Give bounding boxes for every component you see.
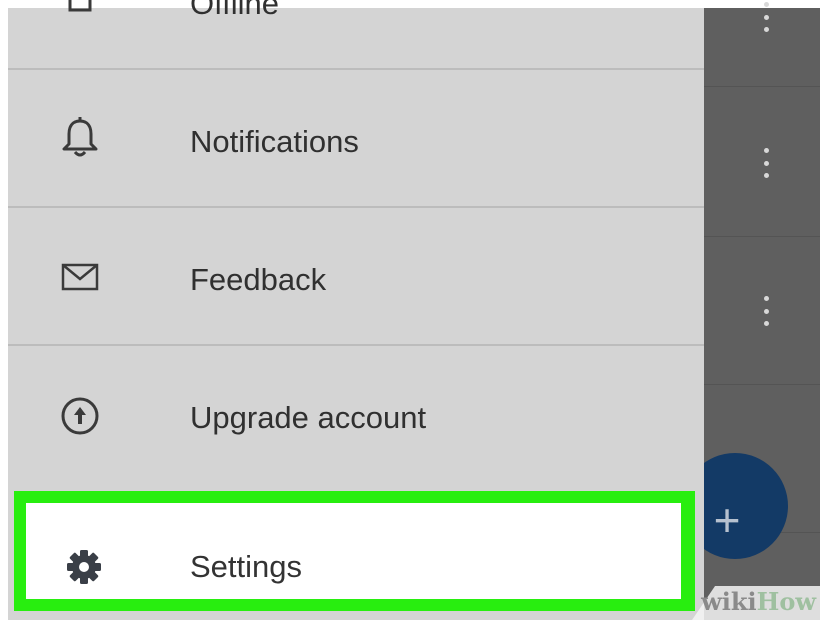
drawer-item-feedback[interactable]: Feedback [8,208,704,346]
drawer-item-label: Feedback [190,262,327,297]
drawer-item-upgrade-account[interactable]: Upgrade account [8,346,704,484]
bell-icon [62,117,98,157]
more-options-icon[interactable] [762,296,770,326]
upgrade-arrow-icon [61,397,99,435]
drawer-item-label: Notifications [190,124,359,159]
drawer-item-label: Upgrade account [190,400,427,435]
drawer-item-offline[interactable]: Offline [8,0,704,70]
gear-icon [67,550,101,584]
drawer-item-label: Offline [190,0,280,21]
drawer-item-label: Settings [190,549,303,584]
plus-icon: + [713,494,741,546]
wikihow-watermark: wikiHow [701,587,816,616]
watermark-part: How [756,587,816,616]
drawer-item-notifications[interactable]: Notifications [8,70,704,208]
envelope-icon [61,263,99,291]
drawer-item-settings[interactable]: Settings [14,491,695,611]
watermark-part: wiki [701,587,757,616]
more-options-icon[interactable] [762,2,770,32]
offline-icon [68,0,92,12]
more-options-icon[interactable] [762,148,770,178]
